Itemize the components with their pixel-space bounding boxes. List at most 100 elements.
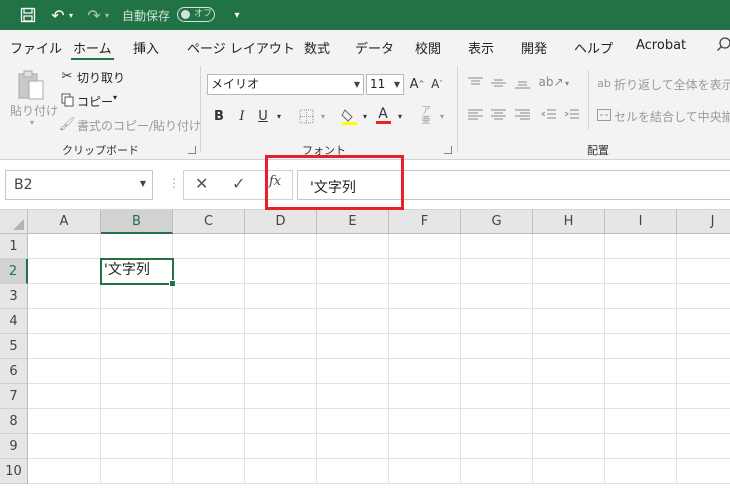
grid-cell[interactable] xyxy=(173,284,245,309)
grid-cell[interactable] xyxy=(677,359,730,384)
row-header[interactable]: 3 xyxy=(0,284,28,309)
grid-cell[interactable] xyxy=(389,334,461,359)
grid-cell[interactable] xyxy=(101,334,173,359)
grid-cell[interactable] xyxy=(605,409,677,434)
orientation-dropdown-icon[interactable]: ▾ xyxy=(562,76,572,90)
grid-cell[interactable] xyxy=(317,309,389,334)
grid-cell[interactable] xyxy=(677,259,730,284)
grid-cell[interactable] xyxy=(101,284,173,309)
save-icon[interactable] xyxy=(18,5,38,25)
grid-cell[interactable] xyxy=(677,434,730,459)
borders-dropdown-icon[interactable]: ▾ xyxy=(318,108,328,124)
grid-cell[interactable] xyxy=(245,234,317,259)
grid-cell[interactable] xyxy=(173,334,245,359)
column-header[interactable]: H xyxy=(533,210,605,234)
align-center-icon[interactable] xyxy=(490,108,506,122)
grid-cell[interactable] xyxy=(605,309,677,334)
grid-cell[interactable] xyxy=(533,359,605,384)
grid-cell[interactable] xyxy=(533,459,605,484)
align-top-icon[interactable] xyxy=(467,76,483,90)
grid-cell[interactable] xyxy=(389,259,461,284)
tab-page-layout[interactable]: ページ レイアウト xyxy=(187,38,295,57)
name-box[interactable]: B2 ▼ xyxy=(5,170,153,200)
grid-cell[interactable] xyxy=(677,459,730,484)
grid-cell[interactable] xyxy=(677,409,730,434)
grid-cell[interactable] xyxy=(461,234,533,259)
formula-input[interactable]: '文字列 xyxy=(297,170,730,200)
format-painter-button[interactable]: 書式のコピー/貼り付け xyxy=(77,117,201,134)
grid-cell[interactable] xyxy=(533,284,605,309)
grid-cell[interactable] xyxy=(605,359,677,384)
grid-cell[interactable] xyxy=(533,259,605,284)
grid-cell[interactable] xyxy=(173,259,245,284)
tab-data[interactable]: データ xyxy=(355,38,394,57)
column-header[interactable]: J xyxy=(677,210,730,234)
grid-cell[interactable] xyxy=(533,409,605,434)
grid-cell[interactable] xyxy=(245,259,317,284)
paste-button[interactable]: 貼り付け xyxy=(10,102,58,119)
wrap-text-button[interactable]: 折り返して全体を表示す xyxy=(614,76,730,93)
row-header[interactable]: 1 xyxy=(0,234,28,259)
grid-cell[interactable] xyxy=(28,409,101,434)
row-header[interactable]: 9 xyxy=(0,434,28,459)
column-header-selected[interactable]: B xyxy=(101,210,173,234)
tab-formulas[interactable]: 数式 xyxy=(304,38,330,57)
grid-cell[interactable] xyxy=(101,359,173,384)
customize-qat-icon[interactable]: ▾ xyxy=(230,5,244,25)
undo-dropdown-icon[interactable]: ▾ xyxy=(67,5,75,25)
underline-dropdown-icon[interactable]: ▾ xyxy=(274,108,284,124)
align-bottom-icon[interactable] xyxy=(514,76,530,90)
bold-icon[interactable]: B xyxy=(212,108,226,124)
grid-cell[interactable] xyxy=(389,359,461,384)
grid-cell[interactable] xyxy=(461,409,533,434)
column-header[interactable]: E xyxy=(317,210,389,234)
fill-color-dropdown-icon[interactable]: ▾ xyxy=(360,108,370,124)
grid-cell[interactable] xyxy=(677,309,730,334)
chevron-down-icon[interactable]: ▼ xyxy=(140,179,146,188)
tab-view[interactable]: 表示 xyxy=(468,38,494,57)
grid-cell[interactable] xyxy=(173,309,245,334)
grid-cell[interactable] xyxy=(605,284,677,309)
borders-icon[interactable] xyxy=(297,108,315,124)
grid-cell[interactable] xyxy=(173,459,245,484)
search-icon[interactable] xyxy=(716,36,730,52)
tab-developer[interactable]: 開発 xyxy=(521,38,547,57)
tab-acrobat[interactable]: Acrobat xyxy=(636,38,686,53)
tab-review[interactable]: 校閲 xyxy=(415,38,441,57)
column-header[interactable]: F xyxy=(389,210,461,234)
grid-cell[interactable] xyxy=(317,359,389,384)
grid-cell[interactable] xyxy=(605,434,677,459)
row-header[interactable]: 4 xyxy=(0,309,28,334)
grid-cell[interactable] xyxy=(173,384,245,409)
tab-help[interactable]: ヘルプ xyxy=(574,38,613,57)
copy-button[interactable]: コピー xyxy=(77,93,113,110)
column-header[interactable]: G xyxy=(461,210,533,234)
phonetic-dropdown-icon[interactable]: ▾ xyxy=(437,108,447,124)
cut-button[interactable]: 切り取り xyxy=(77,69,125,86)
grid-cell[interactable] xyxy=(533,434,605,459)
grid-cell[interactable] xyxy=(461,284,533,309)
italic-icon[interactable]: I xyxy=(235,108,249,124)
font-size-select[interactable]: 11 ▼ xyxy=(366,74,404,95)
grid-cell[interactable] xyxy=(101,434,173,459)
row-header[interactable]: 10 xyxy=(0,459,28,484)
active-cell[interactable]: '文字列 xyxy=(100,258,176,287)
column-header[interactable]: C xyxy=(173,210,245,234)
grid-cell[interactable] xyxy=(101,384,173,409)
grid-cell[interactable] xyxy=(533,234,605,259)
grid-cell[interactable] xyxy=(317,284,389,309)
tab-file[interactable]: ファイル xyxy=(10,38,62,57)
grid-cell[interactable] xyxy=(533,309,605,334)
column-header[interactable]: D xyxy=(245,210,317,234)
grid-cell[interactable] xyxy=(245,334,317,359)
merge-center-button[interactable]: セルを結合して中央揃え xyxy=(614,108,730,125)
grid-cell[interactable] xyxy=(677,334,730,359)
grid-cell[interactable] xyxy=(605,334,677,359)
undo-icon[interactable]: ↶ xyxy=(50,5,66,25)
grid-cell[interactable] xyxy=(533,334,605,359)
clipboard-launcher-icon[interactable] xyxy=(188,146,196,154)
grid-cell[interactable] xyxy=(245,309,317,334)
row-header[interactable]: 8 xyxy=(0,409,28,434)
align-middle-icon[interactable] xyxy=(490,76,506,90)
grid-cell[interactable] xyxy=(605,259,677,284)
